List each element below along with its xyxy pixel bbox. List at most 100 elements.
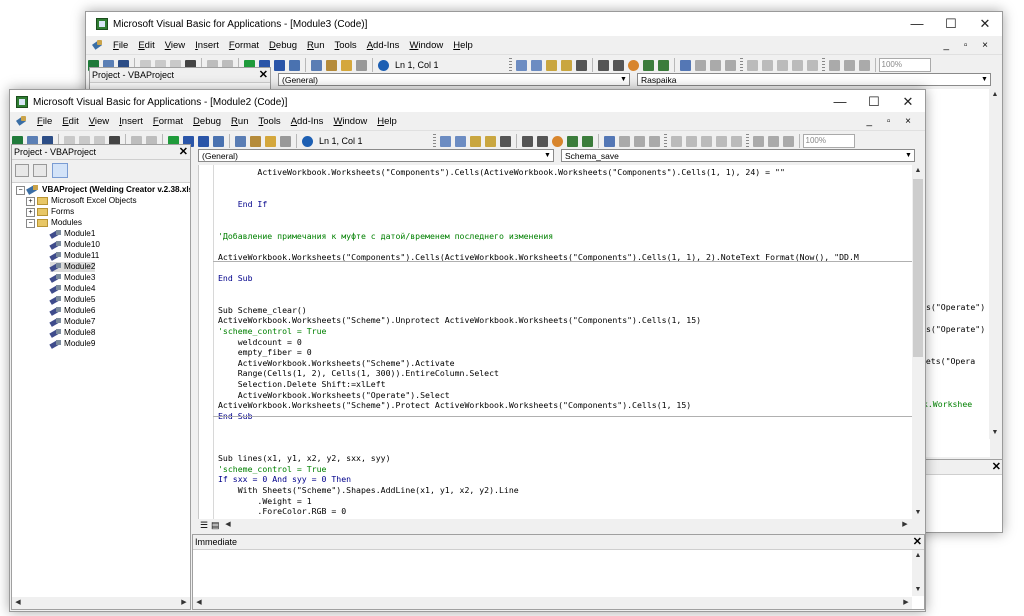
toggle-folders-icon[interactable]: [52, 163, 68, 178]
close-pane-icon[interactable]: ✕: [992, 460, 1001, 474]
locals-icon[interactable]: [791, 59, 803, 71]
tree-module-item[interactable]: Module6: [50, 306, 95, 316]
tree-module-item[interactable]: Module11: [50, 251, 99, 261]
menu-run[interactable]: Run: [302, 40, 329, 51]
design-mode-icon[interactable]: [289, 59, 300, 71]
view-code-icon[interactable]: [15, 164, 29, 177]
tree-module-item[interactable]: Module4: [50, 284, 95, 294]
code-vscroll[interactable]: ▲ ▼: [912, 165, 924, 519]
scroll-left-icon[interactable]: ◀: [194, 598, 204, 608]
menu-insert[interactable]: Insert: [190, 40, 224, 51]
zoom-combo[interactable]: 100%: [802, 134, 855, 148]
menu-tools[interactable]: Tools: [254, 116, 286, 127]
clear-bookmarks-icon[interactable]: [724, 59, 736, 71]
align-icon[interactable]: [828, 59, 840, 71]
scroll-thumb[interactable]: [913, 179, 923, 357]
comment-block-icon[interactable]: [642, 59, 654, 71]
menu-insert[interactable]: Insert: [114, 116, 148, 127]
step-into-icon[interactable]: [746, 59, 758, 71]
indent-icon[interactable]: [597, 59, 609, 71]
immediate-vscroll[interactable]: ▲ ▼: [912, 550, 924, 596]
object-combo[interactable]: (General) ▼: [198, 149, 554, 162]
reset-icon[interactable]: [198, 135, 209, 147]
prev-bookmark-icon[interactable]: [709, 59, 721, 71]
next-bookmark-icon[interactable]: [618, 135, 630, 147]
menu-debug[interactable]: Debug: [264, 40, 302, 51]
back-title-bar[interactable]: Microsoft Visual Basic for Applications …: [86, 12, 1002, 36]
step-into-icon[interactable]: [670, 135, 682, 147]
list-properties-icon[interactable]: [515, 59, 527, 71]
indent-icon[interactable]: [521, 135, 533, 147]
menu-add-ins[interactable]: Add-Ins: [362, 40, 405, 51]
outdent-icon[interactable]: [536, 135, 548, 147]
menu-file[interactable]: File: [32, 116, 57, 127]
quick-info-icon[interactable]: [545, 59, 557, 71]
tree-module-item[interactable]: Module10: [50, 240, 100, 250]
complete-word-icon[interactable]: [499, 135, 511, 147]
menu-window[interactable]: Window: [404, 40, 448, 51]
margin-indicator-bar[interactable]: [199, 165, 214, 520]
scroll-down-icon[interactable]: ▼: [913, 508, 923, 518]
menu-view[interactable]: View: [84, 116, 114, 127]
tree-module-item-selected[interactable]: Module2: [50, 262, 96, 272]
zoom-combo[interactable]: 100%: [878, 58, 931, 72]
back-code-vscroll[interactable]: ▲ ▼: [989, 89, 1001, 439]
scroll-up-icon[interactable]: ▲: [990, 90, 1000, 100]
view-object-icon[interactable]: [33, 164, 47, 177]
immediate-hscroll[interactable]: ◀ ▶: [193, 597, 912, 609]
toolbox-icon[interactable]: [280, 135, 291, 147]
tree-module-item[interactable]: Module3: [50, 273, 95, 283]
locals-icon[interactable]: [715, 135, 727, 147]
chevron-down-icon[interactable]: ▼: [979, 74, 990, 85]
tree-module-item[interactable]: Module9: [50, 339, 95, 349]
scroll-left-icon[interactable]: ◀: [13, 598, 23, 608]
step-over-icon[interactable]: [761, 59, 773, 71]
step-out-icon[interactable]: [776, 59, 788, 71]
scroll-right-icon[interactable]: ▶: [900, 520, 910, 530]
scroll-up-icon[interactable]: ▲: [913, 551, 923, 561]
close-pane-icon[interactable]: ✕: [259, 68, 268, 82]
object-browser-icon[interactable]: [341, 59, 352, 71]
step-over-icon[interactable]: [685, 135, 697, 147]
tree-forms[interactable]: + Forms: [26, 207, 74, 217]
menu-format[interactable]: Format: [224, 40, 264, 51]
outdent-icon[interactable]: [612, 59, 624, 71]
design-mode-icon[interactable]: [213, 135, 224, 147]
reset-icon[interactable]: [274, 59, 285, 71]
tree-module-item[interactable]: Module7: [50, 317, 95, 327]
project-explorer-icon[interactable]: [311, 59, 322, 71]
scroll-down-icon[interactable]: ▼: [990, 428, 1000, 438]
code-editor[interactable]: ActiveWorkbook.Worksheets("Components").…: [198, 165, 912, 520]
uncomment-block-icon[interactable]: [581, 135, 593, 147]
parameter-info-icon[interactable]: [560, 59, 572, 71]
mdi-controls[interactable]: _ ▫ ×: [866, 116, 917, 127]
scroll-up-icon[interactable]: ▲: [913, 166, 923, 176]
list-properties-icon[interactable]: [439, 135, 451, 147]
project-explorer-icon[interactable]: [235, 135, 246, 147]
tree-excel-objects[interactable]: + Microsoft Excel Objects: [26, 196, 137, 206]
menu-run[interactable]: Run: [226, 116, 253, 127]
help-icon[interactable]: [302, 135, 313, 147]
procedure-combo[interactable]: Schema_save ▼: [561, 149, 915, 162]
toggle-breakpoint-icon[interactable]: [627, 59, 639, 71]
scroll-right-icon[interactable]: ▶: [179, 598, 189, 608]
chevron-down-icon[interactable]: ▼: [903, 150, 914, 161]
tree-root[interactable]: − VBAProject (Welding Creator v.2.38.xls: [16, 185, 190, 195]
tree-module-item[interactable]: Module5: [50, 295, 95, 305]
align-icon[interactable]: [752, 135, 764, 147]
chevron-down-icon[interactable]: ▼: [542, 150, 553, 161]
close-icon[interactable]: ✕: [891, 90, 925, 114]
menu-format[interactable]: Format: [148, 116, 188, 127]
toggle-bookmark-icon[interactable]: [679, 59, 691, 71]
back-object-combo[interactable]: (General) ▼: [278, 73, 630, 86]
help-icon[interactable]: [378, 59, 389, 71]
front-title-bar[interactable]: Microsoft Visual Basic for Applications …: [10, 90, 925, 114]
mdi-controls[interactable]: _ ▫ ×: [943, 40, 994, 51]
close-pane-icon[interactable]: ✕: [913, 535, 922, 549]
properties-icon[interactable]: [250, 135, 261, 147]
back-procedure-combo[interactable]: Raspaika ▼: [637, 73, 991, 86]
menu-help[interactable]: Help: [372, 116, 402, 127]
watch-icon[interactable]: [806, 59, 818, 71]
tree-modules[interactable]: − Modules: [26, 218, 82, 228]
menu-edit[interactable]: Edit: [57, 116, 83, 127]
